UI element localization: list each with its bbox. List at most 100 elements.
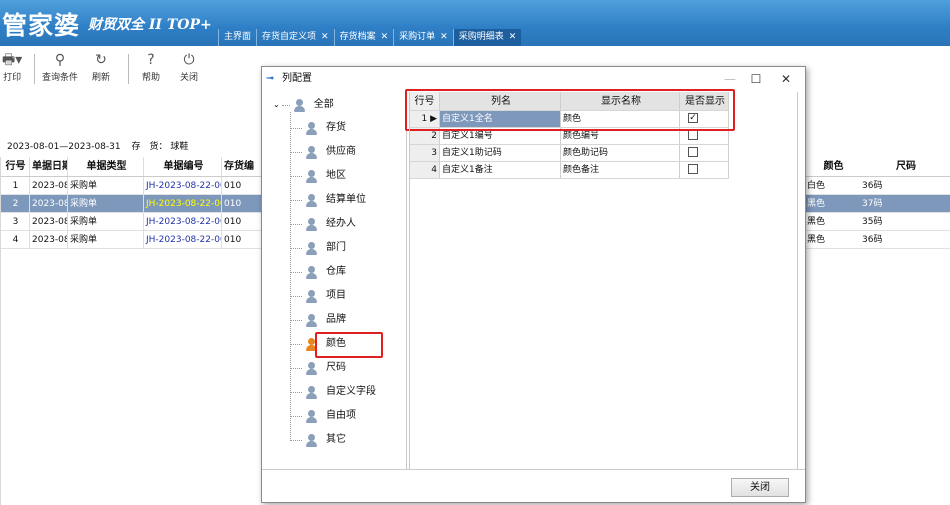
print-label: 打印 bbox=[3, 73, 22, 83]
tab-purchase-detail[interactable]: 采购明细表 ✕ bbox=[452, 29, 522, 46]
tree-connector bbox=[290, 175, 302, 177]
tree-item-brand[interactable]: 品牌 bbox=[290, 311, 346, 329]
purchase-detail-table: 行号 单据日期 单据类型 单据编号 存货编 1 2023-08- 采购单 JH-… bbox=[0, 157, 262, 249]
row-size: 36码 bbox=[862, 181, 883, 191]
tree-item-label: 供应商 bbox=[326, 146, 356, 157]
user-icon bbox=[306, 361, 317, 375]
close-icon[interactable]: ✕ bbox=[440, 29, 448, 46]
column-header[interactable]: 单据编号 bbox=[144, 157, 222, 176]
close-icon[interactable]: ✕ bbox=[321, 29, 329, 46]
help-icon: ? bbox=[147, 52, 155, 68]
toolbar: 🖶▾ 打印 ⚲ 查询条件 ↻ 刷新 ? 帮助 ⏻ 关闭 bbox=[0, 46, 260, 92]
row-stock-code: 010 bbox=[222, 195, 262, 212]
column-header[interactable]: 单据类型 bbox=[68, 157, 144, 176]
row-number: 4 bbox=[0, 231, 30, 248]
row-date: 2023-08- bbox=[30, 195, 68, 212]
refresh-label: 刷新 bbox=[92, 73, 111, 83]
user-icon bbox=[306, 169, 317, 183]
column-header[interactable]: 颜色 bbox=[805, 157, 860, 176]
tree-connector bbox=[290, 343, 302, 345]
tree-item-region[interactable]: 地区 bbox=[290, 167, 346, 185]
visible-checkbox[interactable] bbox=[688, 163, 698, 174]
date-range: 2023-08-01—2023-08-31 bbox=[7, 142, 121, 152]
filter-summary: 2023-08-01—2023-08-31 存 货： 球鞋 bbox=[7, 139, 188, 152]
chevron-down-icon[interactable]: ⌄ bbox=[273, 96, 280, 114]
column-header[interactable]: 尺码 bbox=[860, 157, 950, 176]
row-stock-code: 010 bbox=[222, 177, 262, 194]
purchase-detail-table-right: 颜色 尺码 白色 36码 黑色 37码 黑色 35码 黑色 36码 bbox=[805, 157, 950, 249]
close-page-button[interactable]: ⏻ 关闭 bbox=[180, 50, 198, 83]
tree-connector bbox=[290, 271, 302, 273]
visible-checkbox[interactable] bbox=[688, 129, 698, 140]
close-button[interactable]: 关闭 bbox=[731, 478, 789, 497]
tab-home[interactable]: 主界面 bbox=[218, 29, 256, 46]
tree-item-settlement[interactable]: 结算单位 bbox=[290, 191, 366, 209]
table-row[interactable]: 白色 36码 bbox=[805, 177, 950, 195]
maximize-icon[interactable]: ☐ bbox=[741, 67, 771, 91]
tab-inventory-archive[interactable]: 存货档案 ✕ bbox=[333, 29, 394, 46]
refresh-button[interactable]: ↻ 刷新 bbox=[92, 50, 110, 83]
user-icon bbox=[306, 433, 317, 447]
tree-item-label: 结算单位 bbox=[326, 194, 366, 205]
tree-item-label: 自定义字段 bbox=[326, 386, 376, 397]
row-column-name[interactable]: 自定义1助记码 bbox=[440, 145, 561, 161]
table-row[interactable]: 黑色 35码 bbox=[805, 213, 950, 231]
row-type: 采购单 bbox=[68, 213, 144, 230]
tree-connector bbox=[290, 127, 302, 129]
visible-checkbox[interactable] bbox=[688, 146, 698, 157]
tree-item-supplier[interactable]: 供应商 bbox=[290, 143, 356, 161]
table-row[interactable]: 1 2023-08- 采购单 JH-2023-08-22-00 010 bbox=[0, 177, 262, 195]
row-column-name[interactable]: 自定义1备注 bbox=[440, 162, 561, 178]
tree-item-size[interactable]: 尺码 bbox=[290, 359, 346, 377]
tab-inventory-custom[interactable]: 存货自定义项 ✕ bbox=[256, 29, 334, 46]
grid-row[interactable]: 4 自定义1备注 颜色备注 bbox=[410, 162, 729, 179]
tree-item-project[interactable]: 项目 bbox=[290, 287, 346, 305]
row-bill-no[interactable]: JH-2023-08-22-00 bbox=[144, 177, 222, 194]
column-header[interactable]: 单据日期 bbox=[30, 157, 68, 176]
row-bill-no[interactable]: JH-2023-08-22-00 bbox=[144, 195, 222, 212]
power-icon: ⏻ bbox=[183, 52, 195, 68]
help-button[interactable]: ? 帮助 bbox=[142, 50, 160, 83]
dialog-titlebar[interactable]: ➟ 列配置 — ☐ ✕ bbox=[262, 67, 805, 91]
tree-root[interactable]: ⌄ 全部 bbox=[273, 96, 334, 114]
row-display-name[interactable]: 颜色助记码 bbox=[561, 145, 680, 161]
table-row[interactable]: 2 2023-08- 采购单 JH-2023-08-22-00 010 bbox=[0, 195, 262, 213]
row-number: 2 bbox=[0, 195, 30, 212]
column-header[interactable]: 行号 bbox=[0, 157, 30, 176]
table-row[interactable]: 黑色 36码 bbox=[805, 231, 950, 249]
tree-item-free-items[interactable]: 自由项 bbox=[290, 407, 356, 425]
tab-purchase-order[interactable]: 采购订单 ✕ bbox=[393, 29, 453, 46]
app-logo: 管家婆 bbox=[2, 11, 81, 40]
row-size: 37码 bbox=[862, 199, 883, 209]
table-row[interactable]: 黑色 37码 bbox=[805, 195, 950, 213]
table-row[interactable]: 4 2023-08- 采购单 JH-2023-08-22-00 010 bbox=[0, 231, 262, 249]
tree-item-agent[interactable]: 经办人 bbox=[290, 215, 356, 233]
tree-connector bbox=[290, 367, 302, 369]
query-button[interactable]: ⚲ 查询条件 bbox=[42, 50, 78, 83]
close-label: 关闭 bbox=[180, 73, 199, 83]
print-button[interactable]: 🖶▾ 打印 bbox=[2, 50, 22, 83]
table-row[interactable]: 3 2023-08- 采购单 JH-2023-08-22-00 010 bbox=[0, 213, 262, 231]
row-bill-no[interactable]: JH-2023-08-22-00 bbox=[144, 213, 222, 230]
user-icon bbox=[306, 385, 317, 399]
refresh-icon: ↻ bbox=[95, 52, 107, 68]
row-display-name[interactable]: 颜色备注 bbox=[561, 162, 680, 178]
grid-left-border bbox=[409, 92, 410, 469]
close-icon[interactable]: ✕ bbox=[771, 67, 801, 91]
user-icon bbox=[293, 98, 305, 112]
tree-item-department[interactable]: 部门 bbox=[290, 239, 346, 257]
close-icon[interactable]: ✕ bbox=[509, 29, 517, 46]
tree-item-inventory[interactable]: 存货 bbox=[290, 119, 346, 137]
row-number: 3 bbox=[0, 213, 30, 230]
tree-item-warehouse[interactable]: 仓库 bbox=[290, 263, 346, 281]
row-bill-no[interactable]: JH-2023-08-22-00 bbox=[144, 231, 222, 248]
tree-item-label: 部门 bbox=[326, 242, 346, 253]
user-icon bbox=[306, 409, 317, 423]
column-header[interactable]: 存货编 bbox=[222, 157, 262, 176]
tree-connector bbox=[290, 391, 302, 393]
tree-item-other[interactable]: 其它 bbox=[290, 431, 346, 449]
grid-row[interactable]: 3 自定义1助记码 颜色助记码 bbox=[410, 145, 729, 162]
tree-item-custom-fields[interactable]: 自定义字段 bbox=[290, 383, 376, 401]
row-type: 采购单 bbox=[68, 231, 144, 248]
close-icon[interactable]: ✕ bbox=[381, 29, 389, 46]
